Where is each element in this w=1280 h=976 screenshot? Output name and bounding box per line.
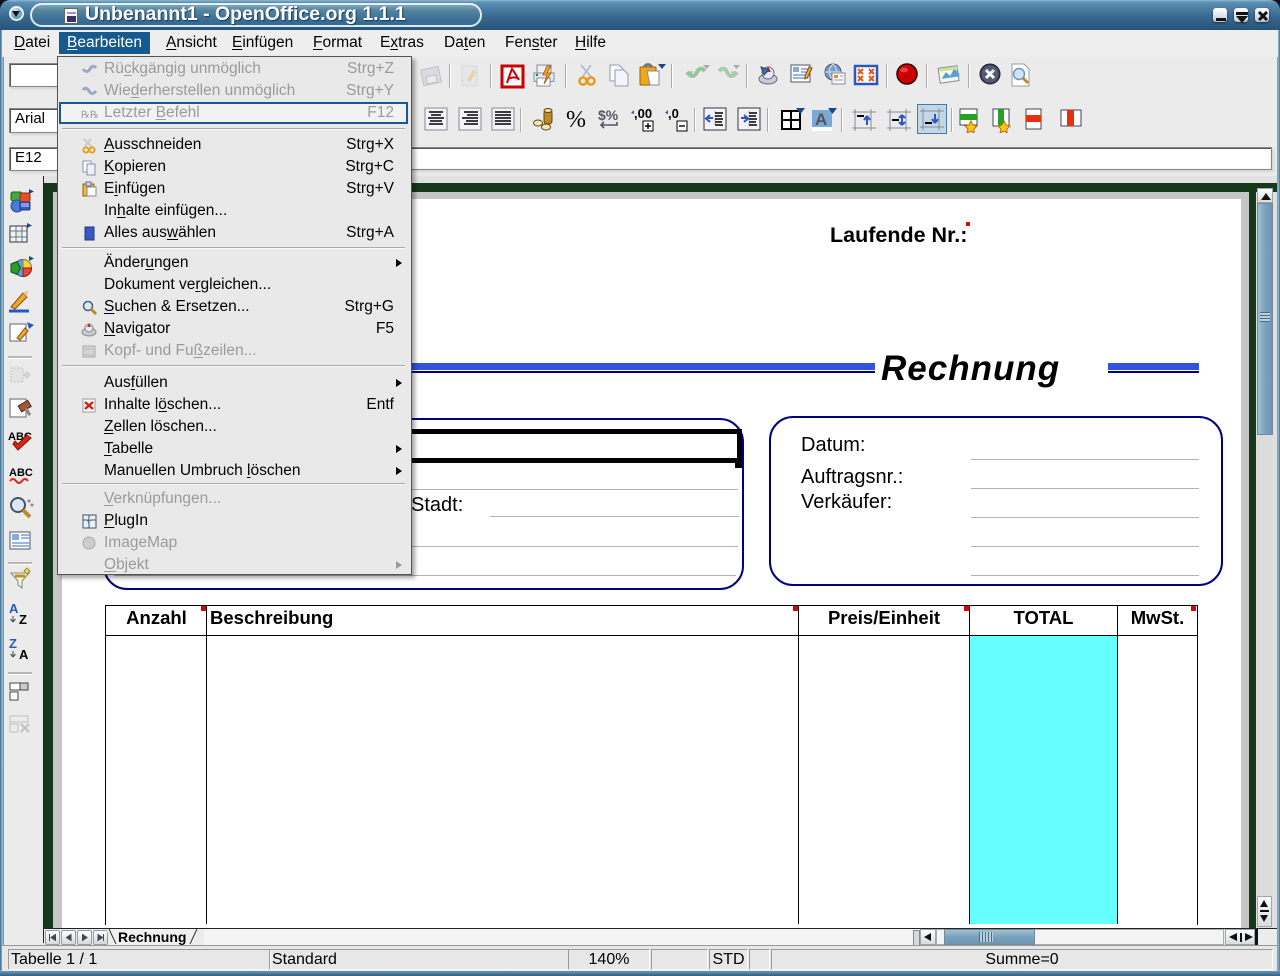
svg-text:%: % (566, 107, 586, 133)
svg-text:Z: Z (9, 636, 17, 651)
svg-text:A: A (815, 110, 827, 129)
svg-text:ABC: ABC (9, 467, 33, 479)
svg-text:,00: ,00 (634, 106, 652, 121)
svg-text:$%: $% (598, 107, 619, 123)
svg-text:,0: ,0 (668, 106, 679, 121)
svg-text:A: A (9, 601, 19, 616)
svg-text:A: A (19, 647, 29, 662)
svg-text:Z: Z (19, 612, 27, 627)
